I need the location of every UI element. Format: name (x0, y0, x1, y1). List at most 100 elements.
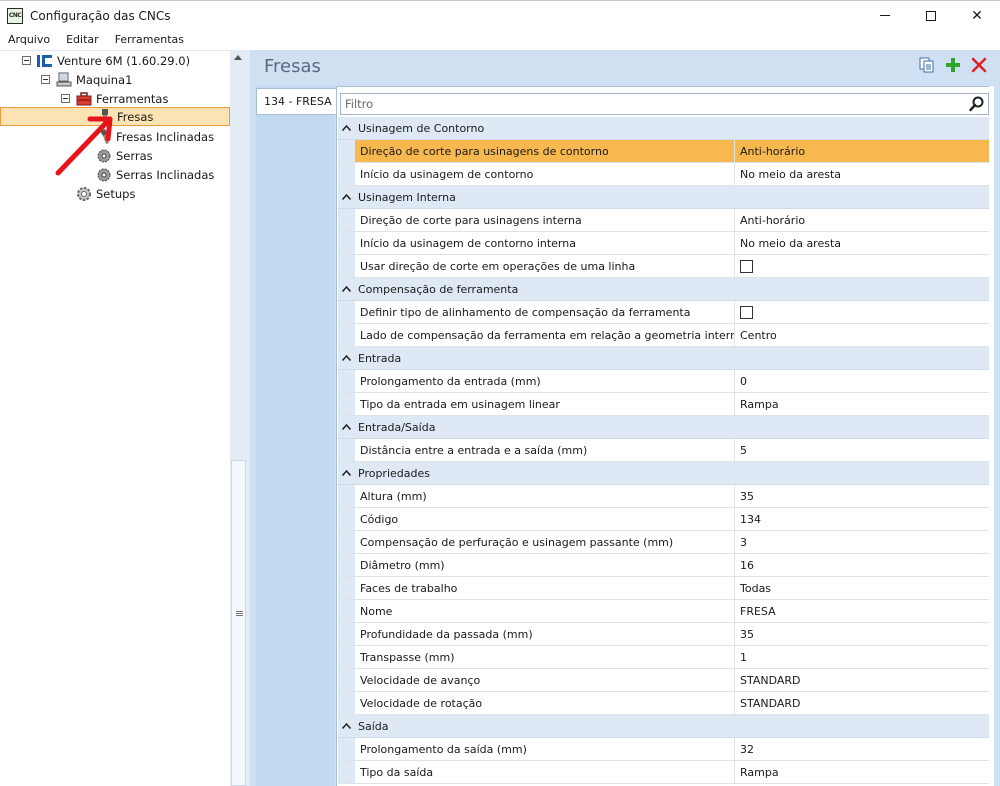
chevron-up-icon[interactable] (338, 186, 355, 208)
property-name: Diâmetro (mm) (355, 554, 735, 576)
grid-row[interactable]: Transpasse (mm) 1 (338, 646, 989, 669)
property-value[interactable]: 32 (735, 738, 989, 760)
grid-row-gutter (338, 692, 355, 714)
grid-category[interactable]: Entrada/Saída (338, 416, 989, 439)
grid-row[interactable]: Velocidade de avanço STANDARD (338, 669, 989, 692)
grid-row[interactable]: Início da usinagem de contorno interna No… (338, 232, 989, 255)
property-value[interactable]: No meio da aresta (735, 163, 989, 185)
grid-row[interactable]: Velocidade de rotação STANDARD (338, 692, 989, 715)
grid-row[interactable]: Nome FRESA (338, 600, 989, 623)
property-value[interactable]: 16 (735, 554, 989, 576)
property-value[interactable]: No meio da aresta (735, 232, 989, 254)
chevron-up-icon[interactable] (338, 715, 355, 737)
property-value[interactable]: 5 (735, 439, 989, 461)
property-value[interactable]: 134 (735, 508, 989, 530)
grid-row[interactable]: Distância entre a entrada e a saída (mm)… (338, 439, 989, 462)
grid-row[interactable]: Prolongamento da entrada (mm) 0 (338, 370, 989, 393)
grid-row[interactable]: Faces de trabalho Todas (338, 577, 989, 600)
chevron-up-icon[interactable] (338, 462, 355, 484)
delete-icon[interactable] (970, 56, 988, 74)
property-name: Faces de trabalho (355, 577, 735, 599)
property-value[interactable]: 1 (735, 646, 989, 668)
scroll-up-icon[interactable] (234, 55, 242, 60)
property-value[interactable]: Todas (735, 577, 989, 599)
property-value[interactable]: Rampa (735, 393, 989, 415)
grid-row[interactable]: Diâmetro (mm) 16 (338, 554, 989, 577)
grid-category[interactable]: Entrada (338, 347, 989, 370)
scrollbar-thumb[interactable] (231, 460, 246, 786)
grid-row[interactable]: Início da usinagem de contorno No meio da… (338, 163, 989, 186)
property-value[interactable]: Rampa (735, 761, 989, 783)
property-value[interactable]: Anti-horário (735, 209, 989, 231)
tree-node-machine[interactable]: Maquina1 (41, 70, 132, 89)
chevron-up-icon[interactable] (338, 117, 355, 139)
chevron-up-icon[interactable] (338, 416, 355, 438)
grid-row[interactable]: Usar direção de corte em operações de um… (338, 255, 989, 278)
property-value[interactable]: 3 (735, 531, 989, 553)
property-value[interactable]: FRESA (735, 600, 989, 622)
property-value[interactable] (735, 255, 989, 277)
property-value[interactable]: 35 (735, 485, 989, 507)
grid-row[interactable]: Compensação de perfuração e usinagem pas… (338, 531, 989, 554)
grid-row-gutter (338, 163, 355, 185)
minimize-button[interactable] (862, 1, 908, 30)
property-name: Nome (355, 600, 735, 622)
grid-row[interactable]: Tipo da saída Rampa (338, 761, 989, 784)
tree-node-tools[interactable]: Ferramentas (61, 89, 168, 108)
tree-label-setups: Setups (96, 186, 136, 201)
add-icon[interactable] (944, 56, 962, 74)
tree-node-setups[interactable]: Setups (76, 184, 135, 203)
chevron-up-icon[interactable] (338, 347, 355, 369)
grid-row[interactable]: Tipo da entrada em usinagem linear Rampa (338, 393, 989, 416)
property-value[interactable]: 35 (735, 623, 989, 645)
grid-category[interactable]: Propriedades (338, 462, 989, 485)
tab-134-fresa[interactable]: 134 - FRESA (256, 88, 336, 115)
tree-label-root: Venture 6M (1.60.29.0) (57, 53, 191, 68)
grid-category[interactable]: Usinagem de Contorno (338, 117, 989, 140)
close-button[interactable]: ✕ (954, 1, 1000, 30)
tree-label-serras-inclinadas: Serras Inclinadas (116, 167, 215, 182)
grid-row[interactable]: Prolongamento da saída (mm) 32 (338, 738, 989, 761)
menu-arquivo[interactable]: Arquivo (0, 30, 58, 50)
property-value[interactable] (735, 301, 989, 323)
grid-category[interactable]: Saída (338, 715, 989, 738)
grid-row[interactable]: Altura (mm) 35 (338, 485, 989, 508)
menu-editar[interactable]: Editar (58, 30, 107, 50)
tree-node-root[interactable]: Venture 6M (1.60.29.0) (22, 51, 190, 70)
toolbox-icon (76, 91, 92, 107)
search-icon[interactable] (969, 96, 985, 112)
app-icon: CNC (7, 7, 23, 24)
menu-ferramentas[interactable]: Ferramentas (107, 30, 192, 50)
property-checkbox[interactable] (740, 259, 753, 273)
property-value[interactable]: Centro (735, 324, 989, 346)
grid-category[interactable]: Usinagem Interna (338, 186, 989, 209)
chevron-up-icon[interactable] (338, 278, 355, 300)
tree-scrollbar[interactable] (230, 50, 247, 786)
property-grid: Usinagem de Contorno Direção de corte par… (338, 117, 989, 784)
property-name: Código (355, 508, 735, 530)
grid-row[interactable]: Definir tipo de alinhamento de compensaç… (338, 301, 989, 324)
grid-row[interactable]: Lado de compensação da ferramenta em rel… (338, 324, 989, 347)
grid-scrollbar[interactable] (989, 86, 994, 786)
gear-icon (76, 186, 92, 202)
grid-row[interactable]: Código 134 (338, 508, 989, 531)
grid-category-label: Entrada (358, 351, 402, 365)
property-value[interactable]: STANDARD (735, 692, 989, 714)
grid-row[interactable]: Direção de corte para usinagens interna A… (338, 209, 989, 232)
grid-category[interactable]: Compensação de ferramenta (338, 278, 989, 301)
property-name: Altura (mm) (355, 485, 735, 507)
grid-row[interactable]: Direção de corte para usinagens de conto… (338, 140, 989, 163)
filter-input[interactable] (341, 94, 961, 114)
tree-label-fresas: Fresas (117, 109, 154, 124)
grid-row[interactable]: Profundidade da passada (mm) 35 (338, 623, 989, 646)
collapse-icon[interactable] (41, 75, 50, 84)
collapse-icon[interactable] (61, 94, 70, 103)
property-checkbox[interactable] (740, 305, 753, 319)
grid-row-gutter (338, 600, 355, 622)
property-value[interactable]: Anti-horário (735, 140, 989, 162)
maximize-button[interactable] (908, 1, 954, 30)
property-value[interactable]: 0 (735, 370, 989, 392)
copy-icon[interactable] (918, 56, 936, 74)
collapse-icon[interactable] (22, 56, 31, 65)
property-value[interactable]: STANDARD (735, 669, 989, 691)
